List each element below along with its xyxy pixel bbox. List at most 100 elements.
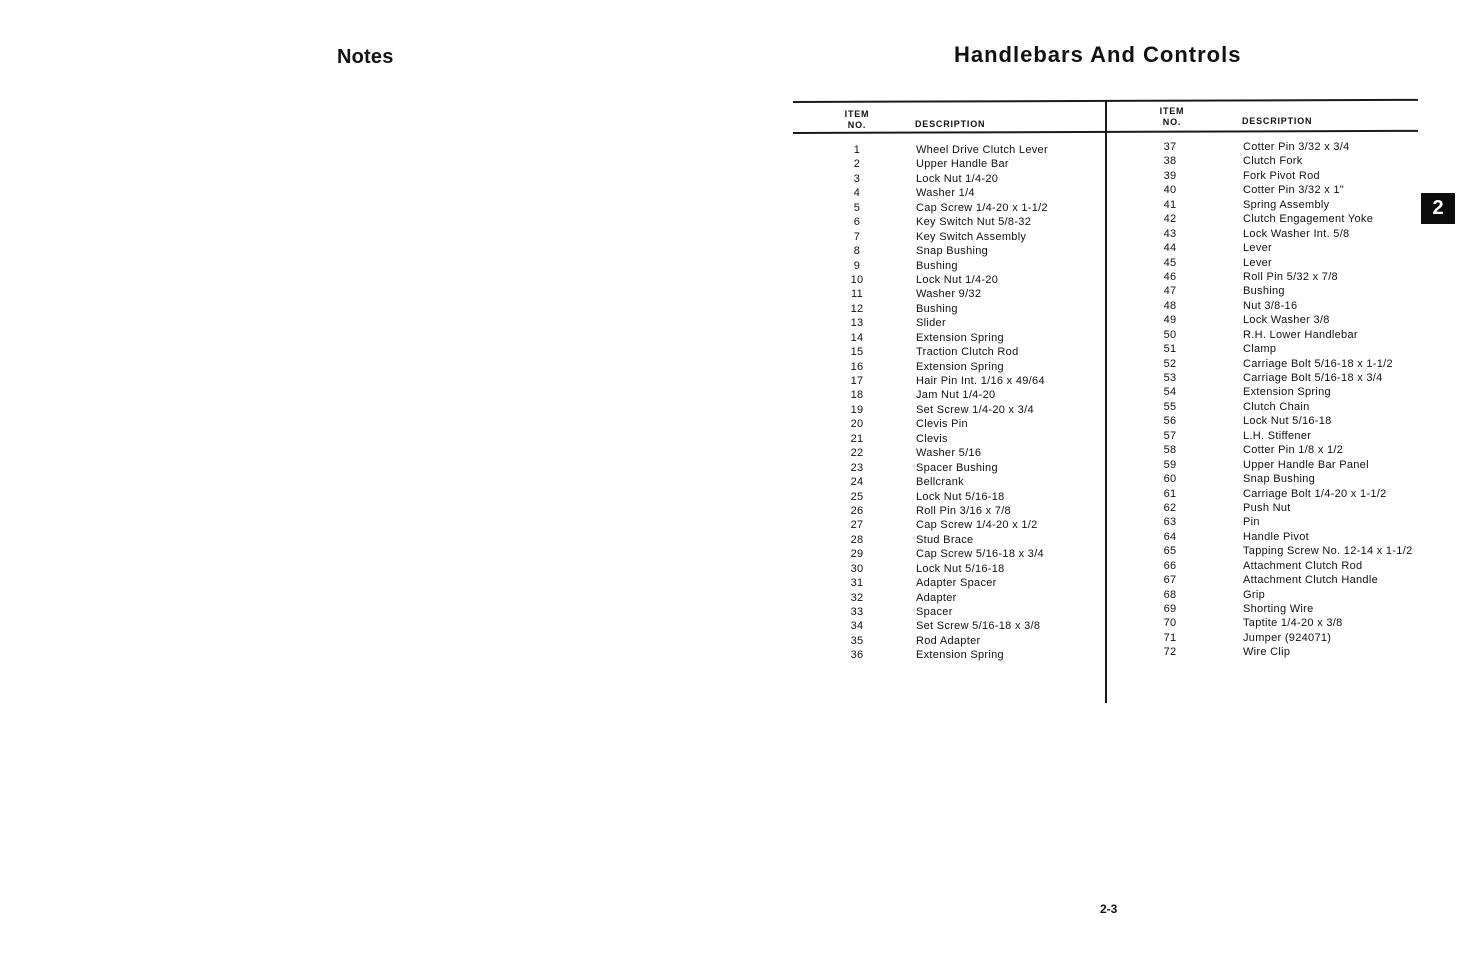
item-number: 16	[850, 360, 864, 373]
item-number: 13	[850, 317, 864, 330]
item-description: Cotter Pin 3/32 x 3/4	[1243, 141, 1350, 153]
parts-table: ITEM NO. DESCRIPTION ITEM NO. DESCRIPTIO…	[792, 97, 1418, 703]
item-description: Adapter	[916, 591, 957, 604]
item-number: 35	[850, 634, 864, 647]
item-number: 68	[1163, 588, 1177, 601]
item-number: 32	[850, 591, 864, 604]
item-description: Set Screw 5/16-18 x 3/8	[916, 620, 1041, 633]
item-number: 2	[853, 158, 861, 171]
item-number: 64	[1163, 530, 1177, 543]
item-description: Cap Screw 1/4-20 x 1/2	[916, 519, 1038, 532]
header-item-label: ITEM	[844, 109, 870, 119]
item-number: 66	[1163, 559, 1177, 572]
item-number: 44	[1163, 242, 1177, 255]
item-number: 7	[853, 230, 861, 243]
item-description: Clutch Chain	[1243, 400, 1310, 413]
item-number: 22	[850, 447, 864, 460]
item-number: 26	[850, 504, 864, 517]
item-number: 56	[1163, 415, 1177, 428]
item-number: 51	[1163, 343, 1177, 356]
item-description: Bushing	[1243, 285, 1285, 298]
item-description: Spacer	[916, 606, 953, 618]
item-description: Traction Clutch Rod	[916, 346, 1019, 359]
item-description: Lock Washer Int. 5/8	[1243, 227, 1350, 240]
item-description: Jumper (924071)	[1243, 631, 1332, 644]
item-number: 60	[1163, 473, 1177, 486]
item-number: 57	[1163, 429, 1177, 442]
item-description: Taptite 1/4-20 x 3/8	[1243, 617, 1343, 630]
item-number: 46	[1163, 270, 1177, 283]
item-number: 42	[1163, 213, 1177, 226]
item-description: Hair Pin Int. 1/16 x 49/64	[916, 375, 1045, 387]
item-description: Spacer Bushing	[916, 461, 998, 474]
item-number: 19	[850, 403, 864, 416]
item-description: Cap Screw 1/4-20 x 1-1/2	[916, 201, 1048, 214]
item-description: L.H. Stiffener	[1243, 429, 1312, 442]
header-item-no-left: ITEM NO.	[837, 109, 877, 131]
item-number: 15	[850, 346, 864, 359]
header-description-left: DESCRIPTION	[915, 119, 986, 129]
item-number: 41	[1163, 198, 1177, 211]
item-description: Cap Screw 5/16-18 x 3/4	[916, 548, 1044, 561]
item-number: 10	[850, 273, 864, 286]
item-number: 45	[1163, 256, 1177, 269]
item-description: Bushing	[916, 259, 958, 272]
item-description: Extension Spring	[916, 360, 1004, 373]
item-number: 55	[1163, 400, 1177, 413]
item-description: Adapter Spacer	[916, 577, 997, 590]
item-description: Carriage Bolt 1/4-20 x 1-1/2	[1243, 487, 1387, 500]
item-description: Rod Adapter	[916, 634, 981, 647]
item-description: Clutch Fork	[1243, 155, 1303, 168]
item-number: 61	[1163, 487, 1177, 500]
item-number: 72	[1163, 646, 1177, 659]
item-number: 69	[1163, 603, 1177, 615]
item-description: Clevis	[916, 432, 948, 445]
item-number: 27	[850, 519, 864, 532]
item-description: Extension Spring	[1243, 386, 1331, 399]
item-number: 21	[850, 432, 864, 445]
item-description: Fork Pivot Rod	[1243, 169, 1320, 182]
item-number: 48	[1163, 299, 1177, 312]
item-number: 53	[1163, 372, 1177, 384]
header-item-label: ITEM	[1159, 106, 1185, 116]
item-description: Slider	[916, 317, 946, 330]
item-number: 47	[1163, 285, 1177, 298]
item-description: Attachment Clutch Handle	[1243, 574, 1378, 587]
item-description: Clutch Engagement Yoke	[1243, 213, 1374, 226]
item-description: Roll Pin 3/16 x 7/8	[916, 504, 1011, 517]
item-number: 4	[853, 187, 861, 200]
item-number: 23	[850, 461, 864, 474]
item-description: Clevis Pin	[916, 418, 968, 431]
header-item-no-right: ITEM NO.	[1152, 106, 1192, 128]
item-number: 25	[850, 490, 864, 503]
header-no-label: NO.	[1162, 117, 1182, 127]
item-description: Snap Bushing	[1243, 473, 1316, 486]
item-number: 36	[850, 649, 864, 662]
item-number: 43	[1163, 227, 1177, 240]
item-description: Jam Nut 1/4-20	[916, 389, 996, 402]
item-description: Upper Handle Bar	[916, 158, 1009, 171]
item-description: Nut 3/8-16	[1243, 299, 1298, 312]
header-no-label: NO.	[847, 120, 867, 130]
item-description: Lever	[1243, 242, 1273, 255]
item-number: 38	[1163, 155, 1177, 168]
item-number: 20	[850, 418, 864, 431]
item-description: Upper Handle Bar Panel	[1243, 458, 1369, 471]
table-column-divider	[1105, 101, 1107, 703]
item-number: 67	[1163, 574, 1177, 587]
item-description: Attachment Clutch Rod	[1243, 559, 1363, 572]
item-description: Lock Nut 5/16-18	[1243, 415, 1332, 428]
item-description: Cotter Pin 3/32 x 1"	[1243, 184, 1345, 197]
item-number: 50	[1163, 328, 1177, 341]
item-number: 18	[850, 389, 864, 402]
item-number: 63	[1163, 516, 1177, 529]
item-description: Clamp	[1243, 343, 1277, 356]
section-title: Handlebars And Controls	[954, 42, 1242, 67]
item-number: 33	[850, 606, 864, 618]
item-description: Cotter Pin 1/8 x 1/2	[1243, 444, 1344, 457]
item-number: 70	[1163, 617, 1177, 630]
item-description: Pin	[1243, 516, 1260, 529]
item-number: 1	[853, 144, 861, 156]
item-number: 52	[1163, 357, 1177, 370]
item-number: 39	[1163, 169, 1177, 182]
